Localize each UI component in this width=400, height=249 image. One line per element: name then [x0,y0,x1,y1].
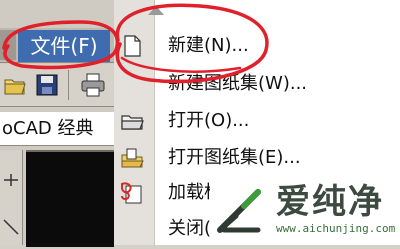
open-folder-icon [121,115,144,130]
menu-item-label: 新建图纸集(W)... [168,73,308,94]
print-icon[interactable] [80,72,106,98]
toolbar-separator [68,70,69,100]
site-watermark: 爱纯净 www.aichunjing.com [210,180,398,242]
quick-access-toolbar [0,64,114,107]
menu-item-label: 打开(O)... [168,110,250,131]
menu-item-label: 打开图纸集(E)... [168,147,301,168]
drawing-canvas[interactable] [26,150,114,247]
new-file-icon [124,35,141,57]
tool-palette [0,150,23,245]
watermark-url: www.aichunjing.com [276,222,396,235]
save-icon[interactable] [34,72,60,98]
watermark-logo-icon [217,189,261,233]
menu-item-new[interactable]: 新建(N)... [114,29,400,63]
menu-scroll-up-arrow[interactable] [148,6,164,15]
watermark-brand: 爱纯净 [276,182,384,222]
menu-item-label: 新建(N)... [168,35,249,56]
open-sheet-set-icon [121,148,144,168]
menu-bar-edge [0,30,16,60]
menu-item-open-sheet-set[interactable]: 打开图纸集(E)... [114,141,400,175]
line-tool-icon[interactable] [0,150,22,245]
load-markup-icon [121,182,142,204]
menu-item-open[interactable]: 打开(O)... [114,104,400,138]
open-folder-icon[interactable] [2,72,28,98]
workspace-switcher[interactable]: oCAD 经典 [0,112,114,146]
file-menu-button[interactable]: 文件(F) [18,30,110,62]
menu-item-new-sheet-set[interactable]: 新建图纸集(W)... [114,67,400,101]
